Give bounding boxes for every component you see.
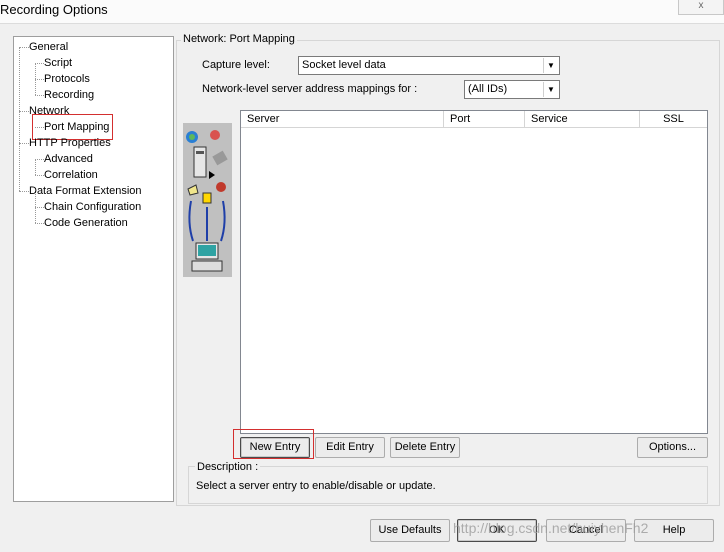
edit-entry-button[interactable]: Edit Entry	[315, 437, 385, 458]
highlight-box	[233, 429, 314, 459]
tree-item-script[interactable]: Script	[44, 56, 72, 70]
tree-line	[19, 111, 29, 112]
capture-level-value: Socket level data	[302, 59, 386, 71]
tree-line	[19, 191, 29, 192]
tree-line	[35, 159, 36, 175]
window-title: Recording Options	[0, 2, 108, 17]
tree-line	[19, 47, 29, 48]
group-title: Network: Port Mapping	[181, 33, 297, 45]
column-header-service[interactable]: Service	[525, 111, 640, 128]
tree-item-general[interactable]: General	[29, 40, 68, 54]
description-text: Select a server entry to enable/disable …	[196, 480, 436, 492]
chevron-down-icon: ▼	[543, 58, 558, 73]
tree-item-chain-configuration[interactable]: Chain Configuration	[44, 200, 141, 214]
server-mapping-table[interactable]: Server Port Service SSL	[240, 110, 708, 434]
mappings-id-dropdown[interactable]: (All IDs) ▼	[464, 80, 560, 99]
options-button[interactable]: Options...	[637, 437, 708, 458]
capture-level-dropdown[interactable]: Socket level data ▼	[298, 56, 560, 75]
tree-item-code-generation[interactable]: Code Generation	[44, 216, 128, 230]
tree-item-protocols[interactable]: Protocols	[44, 72, 90, 86]
tree-item-recording[interactable]: Recording	[44, 88, 94, 102]
close-button[interactable]: x	[678, 0, 724, 15]
mappings-label: Network-level server address mappings fo…	[202, 83, 418, 95]
tree-item-http-properties[interactable]: HTTP Properties	[29, 136, 111, 150]
mappings-id-value: (All IDs)	[468, 83, 508, 95]
column-header-port[interactable]: Port	[444, 111, 525, 128]
capture-level-label: Capture level:	[202, 59, 270, 71]
tree-item-advanced[interactable]: Advanced	[44, 152, 93, 166]
tree-line	[19, 143, 29, 144]
tree-line	[35, 223, 44, 224]
tree-item-correlation[interactable]: Correlation	[44, 168, 98, 182]
title-bar: Recording Options x	[0, 0, 724, 24]
delete-entry-button[interactable]: Delete Entry	[390, 437, 460, 458]
watermark-text: http://blog.csdn.net/huiyhenFh2	[453, 520, 649, 536]
use-defaults-button[interactable]: Use Defaults	[370, 519, 450, 542]
chevron-down-icon: ▼	[543, 82, 558, 97]
close-icon: x	[698, 0, 704, 11]
options-tree: General Script Protocols Recording Netwo…	[13, 36, 174, 502]
column-header-server[interactable]: Server	[241, 111, 444, 128]
tree-line	[35, 95, 44, 96]
network-illustration	[183, 123, 232, 277]
tree-line	[35, 79, 44, 80]
tree-line	[35, 159, 44, 160]
tree-item-data-format-extension[interactable]: Data Format Extension	[29, 184, 142, 198]
column-header-ssl[interactable]: SSL	[640, 111, 707, 128]
tree-line	[35, 63, 44, 64]
tree-line	[35, 207, 44, 208]
network-graphic-icon	[186, 130, 228, 272]
tree-line	[19, 47, 20, 191]
description-title: Description :	[195, 461, 261, 473]
tree-line	[35, 175, 44, 176]
